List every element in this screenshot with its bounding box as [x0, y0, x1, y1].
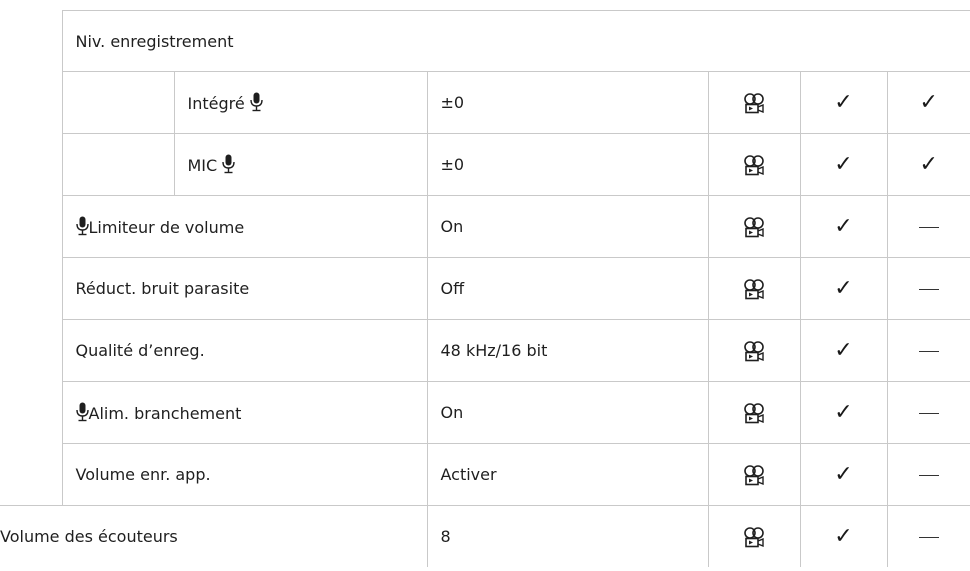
setting-label: Volume des écouteurs [0, 505, 427, 567]
microphone-icon [75, 402, 89, 422]
settings-table: Niv. enregistrement Intégré ±0 ✓ ✓ MIC ±… [0, 10, 970, 567]
movie-icon [743, 92, 765, 113]
microphone-icon [250, 92, 263, 112]
indent-cell [0, 382, 62, 444]
indent-cell [0, 134, 62, 196]
mode-cell [707, 381, 800, 444]
movie-icon [743, 526, 765, 547]
setting-label-cell: Intégré [173, 71, 427, 134]
dash-icon [918, 351, 939, 352]
check-cell: ✓ [799, 133, 887, 196]
setting-value: 48 kHz/16 bit [426, 319, 708, 382]
setting-label: Réduct. bruit parasite [61, 257, 427, 320]
table-row: Limiteur de volume On ✓ [0, 195, 970, 258]
movie-icon [743, 278, 765, 299]
table-row: Qualité d’enreg. 48 kHz/16 bit ✓ [0, 319, 970, 382]
setting-label: Volume enr. app. [61, 443, 427, 506]
group-header-label: Niv. enregistrement [61, 10, 970, 72]
movie-icon [743, 464, 765, 485]
check-icon: ✓ [834, 523, 853, 549]
setting-label: MIC [187, 156, 218, 175]
check-icon: ✓ [834, 89, 853, 115]
movie-icon [743, 340, 765, 361]
check-icon: ✓ [834, 275, 853, 301]
setting-value: 8 [426, 505, 708, 567]
check-icon: ✓ [834, 461, 853, 487]
setting-label-cell: MIC [173, 133, 427, 196]
check-icon: ✓ [834, 337, 853, 363]
movie-icon [743, 216, 765, 237]
table-row: Volume des écouteurs 8 ✓ [0, 505, 970, 567]
indent-cell [0, 196, 62, 258]
check-cell: ✓ [799, 319, 887, 382]
dash-cell [886, 257, 970, 320]
check-icon: ✓ [834, 399, 853, 425]
mode-cell [707, 257, 800, 320]
dash-icon [918, 289, 939, 290]
indent-cell [0, 258, 62, 320]
table-row: Alim. branchement On ✓ [0, 381, 970, 444]
table-row-group-header: Niv. enregistrement [0, 10, 970, 72]
dash-icon [918, 413, 939, 414]
setting-label: Limiteur de volume [88, 218, 245, 237]
mode-cell [707, 505, 800, 567]
check-cell: ✓ [799, 71, 887, 134]
indent-cell [0, 320, 62, 382]
setting-value: Activer [426, 443, 708, 506]
dash-icon [918, 475, 939, 476]
check-cell: ✓ [799, 505, 887, 567]
check-icon: ✓ [834, 151, 853, 177]
mode-cell [707, 319, 800, 382]
dash-cell [886, 443, 970, 506]
setting-value: On [426, 381, 708, 444]
check-cell: ✓ [799, 257, 887, 320]
dash-cell [886, 381, 970, 444]
movie-icon [743, 402, 765, 423]
mode-cell [707, 443, 800, 506]
check-cell: ✓ [799, 443, 887, 506]
mode-cell [707, 133, 800, 196]
setting-value: ±0 [426, 133, 708, 196]
table-row: MIC ±0 ✓ ✓ [0, 133, 970, 196]
settings-table-container: Niv. enregistrement Intégré ±0 ✓ ✓ MIC ±… [0, 10, 970, 567]
table-row: Intégré ±0 ✓ ✓ [0, 71, 970, 134]
indent-cell [0, 444, 62, 506]
check-cell: ✓ [799, 381, 887, 444]
sub-indent-cell [61, 133, 174, 196]
indent-cell [0, 72, 62, 134]
dash-cell [886, 319, 970, 382]
check-cell: ✓ [799, 195, 887, 258]
sub-indent-cell [61, 71, 174, 134]
check-icon: ✓ [919, 89, 938, 115]
setting-label: Alim. branchement [88, 404, 242, 423]
setting-value: Off [426, 257, 708, 320]
setting-value: On [426, 195, 708, 258]
table-row: Volume enr. app. Activer ✓ [0, 443, 970, 506]
microphone-icon [75, 216, 89, 236]
mode-cell [707, 195, 800, 258]
setting-label: Qualité d’enreg. [61, 319, 427, 382]
microphone-icon [222, 154, 235, 174]
dash-cell [886, 505, 970, 567]
indent-cell [0, 11, 62, 72]
mode-cell [707, 71, 800, 134]
setting-value: ±0 [426, 71, 708, 134]
setting-label-cell: Limiteur de volume [61, 195, 427, 258]
setting-label: Intégré [187, 94, 245, 113]
dash-icon [918, 537, 939, 538]
check-cell: ✓ [886, 133, 970, 196]
check-icon: ✓ [919, 151, 938, 177]
table-row: Réduct. bruit parasite Off ✓ [0, 257, 970, 320]
setting-label-cell: Alim. branchement [61, 381, 427, 444]
check-cell: ✓ [886, 71, 970, 134]
check-icon: ✓ [834, 213, 853, 239]
dash-icon [918, 227, 939, 228]
movie-icon [743, 154, 765, 175]
dash-cell [886, 195, 970, 258]
